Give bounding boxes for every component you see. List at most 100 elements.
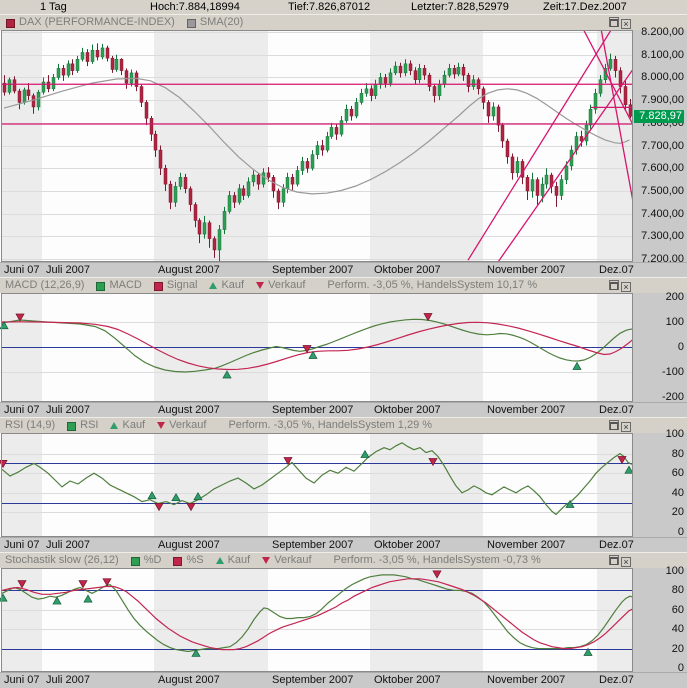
panel-macd-header: MACD (12,26,9) MACD Signal Kauf Verkauf Perfo… [0, 277, 687, 294]
-d-swatch-icon [130, 557, 140, 566]
rsi-value-axis: 100 80 60 40 20 0 [633, 428, 687, 538]
month-label: November 2007 [487, 539, 566, 551]
charting-app: 1 Tag Hoch:7.884,18994 Tief:7.826,87012 … [0, 0, 687, 688]
close-button[interactable]: × [621, 19, 631, 29]
macd-axis-tick: 100 [665, 316, 684, 328]
dax-axis-tick: 7.700,00 [641, 140, 684, 152]
stoch-window-buttons: × [607, 555, 631, 568]
macd-legend-label-3: Verkauf [268, 279, 306, 291]
dax-axis-tick: 7.900,00 [641, 94, 684, 106]
panel-stoch-header: Stochastik slow (26,12) %D %S Kauf Verkauf Pe… [0, 552, 687, 569]
stoch-legend-label-0: %D [143, 554, 162, 566]
kauf-triangle-icon [215, 557, 224, 564]
stoch-value-axis: 100 80 60 40 20 0 [633, 565, 687, 674]
close-button[interactable]: × [621, 557, 631, 567]
dax-legend-label-1: SMA(20) [199, 16, 244, 28]
month-label: Dez.07 [599, 404, 634, 416]
month-label: Dez.07 [599, 674, 634, 686]
macd-chart-canvas [0, 293, 633, 402]
dax-plot[interactable] [0, 30, 633, 262]
month-label: Juli 2007 [46, 264, 91, 276]
month-label: August 2007 [158, 674, 220, 686]
month-label: Juni 07 [4, 404, 40, 416]
macd-legend-label-1: Signal [166, 279, 198, 291]
month-label: September 2007 [272, 674, 354, 686]
sma-20-swatch-icon [186, 19, 196, 28]
dax-legend-label-0: DAX (PERFORMANCE-INDEX) [19, 16, 175, 28]
month-label: September 2007 [272, 539, 354, 551]
month-label: Oktober 2007 [374, 674, 441, 686]
month-label: Oktober 2007 [374, 539, 441, 551]
rsi-axis-tick: 60 [671, 467, 684, 479]
rsi-axis-tick: 80 [671, 448, 684, 460]
stoch-chart-canvas [0, 568, 633, 672]
rsi-performance-label: Perform. -3,05 %, HandelsSystem 1,29 % [228, 419, 433, 431]
month-axis-strip-0: Juni 07 Juli 2007 August 2007 September 200… [0, 262, 687, 278]
time-label: Zeit:17.Dez.2007 [543, 1, 627, 13]
stoch-plot[interactable] [0, 568, 633, 672]
month-label: Juli 2007 [46, 674, 91, 686]
verkauf-triangle-icon [157, 422, 166, 429]
restore-button[interactable] [609, 280, 619, 290]
macd-axis-tick: -100 [661, 366, 684, 378]
month-label: Juli 2007 [46, 404, 91, 416]
month-label: Juni 07 [4, 264, 40, 276]
dax-performance-index-swatch-icon [6, 19, 15, 28]
macd-legend-label-0: MACD [109, 279, 142, 291]
verkauf-triangle-icon [256, 282, 265, 289]
macd-axis-tick: 200 [665, 291, 684, 303]
macd-value-axis: 200 100 0 -100 -200 [633, 291, 687, 403]
macd-swatch-icon [96, 282, 106, 291]
rsi-axis-tick: 20 [671, 506, 684, 518]
kauf-triangle-icon [110, 422, 119, 429]
rsi-legend-label-2: Verkauf [169, 419, 207, 431]
macd-performance-label: Perform. -3,05 %, HandelsSystem 10,17 % [327, 279, 538, 291]
last-price-tag: 7.828,97 [634, 110, 684, 123]
rsi-axis-tick: 100 [665, 428, 684, 440]
restore-button[interactable] [609, 420, 619, 430]
macd-axis-tick: 0 [677, 341, 684, 353]
stoch-legend-label-3: Verkauf [274, 554, 312, 566]
dax-axis-tick: 7.500,00 [641, 185, 684, 197]
month-label: Dez.07 [599, 539, 634, 551]
month-label: November 2007 [487, 264, 566, 276]
close-button[interactable]: × [621, 422, 631, 432]
rsi-swatch-icon [67, 422, 77, 431]
rsi-window-buttons: × [607, 420, 631, 433]
rsi-plot[interactable] [0, 433, 633, 537]
stoch-axis-tick: 100 [665, 565, 684, 577]
macd-plot[interactable] [0, 293, 633, 402]
restore-icon [610, 282, 618, 290]
period-label: 1 Tag [40, 1, 67, 13]
close-button[interactable]: × [621, 282, 631, 292]
stoch-axis-tick: 40 [671, 623, 684, 635]
month-axis-strip-3: Juni 07 Juli 2007 August 2007 September 200… [0, 672, 687, 688]
dax-axis-tick: 8.100,00 [641, 49, 684, 61]
last-label: Letzter:7.828,52979 [411, 1, 509, 13]
macd-window-buttons: × [607, 280, 631, 293]
rsi-params-label: RSI (14,9) [5, 419, 56, 431]
stoch-performance-label: Perform. -3,05 %, HandelsSystem -0,73 % [333, 554, 541, 566]
month-label: Oktober 2007 [374, 404, 441, 416]
month-label: September 2007 [272, 264, 354, 276]
month-label: November 2007 [487, 404, 566, 416]
month-label: August 2007 [158, 539, 220, 551]
verkauf-triangle-icon [262, 557, 271, 564]
kauf-triangle-icon [209, 282, 218, 289]
dax-axis-tick: 8.200,00 [641, 26, 684, 38]
restore-button[interactable] [609, 17, 619, 27]
dax-axis-tick: 8.000,00 [641, 71, 684, 83]
quote-info-bar: 1 Tag Hoch:7.884,18994 Tief:7.826,87012 … [0, 0, 687, 15]
panel-rsi-header: RSI (14,9) RSI Kauf Verkauf Perform. -3,05 %… [0, 417, 687, 434]
stoch-legend-label-1: %S [186, 554, 204, 566]
month-label: Juni 07 [4, 539, 40, 551]
rsi-chart-canvas [0, 433, 633, 537]
stoch-legend-label-2: Kauf [227, 554, 251, 566]
month-label: September 2007 [272, 404, 354, 416]
month-label: Juli 2007 [46, 539, 91, 551]
stoch-axis-tick: 60 [671, 604, 684, 616]
month-axis-strip-1: Juni 07 Juli 2007 August 2007 September 200… [0, 402, 687, 418]
restore-button[interactable] [609, 555, 619, 565]
stoch-axis-tick: 80 [671, 584, 684, 596]
high-label: Hoch:7.884,18994 [150, 1, 240, 13]
